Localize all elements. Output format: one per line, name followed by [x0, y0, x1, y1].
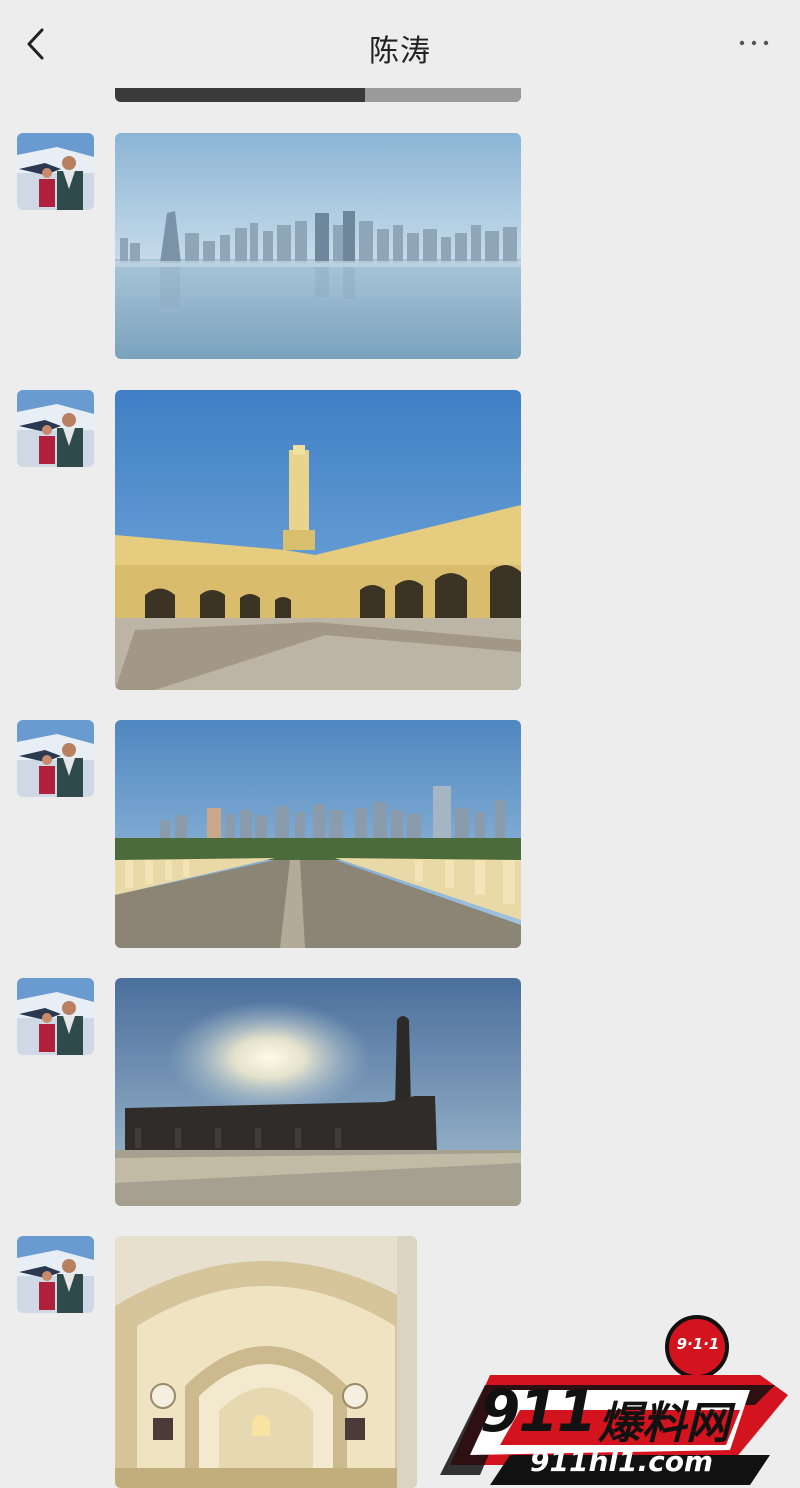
watermark-text: 爆料网 — [598, 1398, 730, 1449]
watermark-url: 911hl1.com — [530, 1445, 714, 1478]
watermark-badge: 9·1·1 — [676, 1335, 720, 1353]
more-button[interactable] — [734, 28, 778, 58]
chat-title: 陈涛 — [369, 34, 431, 69]
more-dots-icon — [739, 40, 769, 46]
chat-photo-promenade-skyline[interactable] — [115, 720, 521, 948]
avatar[interactable] — [17, 720, 94, 797]
chat-photo-mosque-silhouette[interactable] — [115, 978, 521, 1206]
avatar[interactable] — [17, 390, 94, 467]
chat-photo-mosque-courtyard[interactable] — [115, 390, 521, 690]
avatar[interactable] — [17, 1236, 94, 1313]
chat-photo-mosque-arch[interactable] — [115, 1236, 417, 1488]
avatar[interactable] — [17, 978, 94, 1055]
chat-photo-skyline-waterfront[interactable] — [115, 133, 521, 359]
chat-header: 陈涛 — [0, 0, 800, 88]
watermark-logo: 9·1·1 911 爆料网 911hl1.com — [430, 1315, 790, 1485]
avatar[interactable] — [17, 133, 94, 210]
watermark-number: 911 — [480, 1377, 597, 1445]
chat-message-list[interactable] — [0, 0, 800, 1488]
